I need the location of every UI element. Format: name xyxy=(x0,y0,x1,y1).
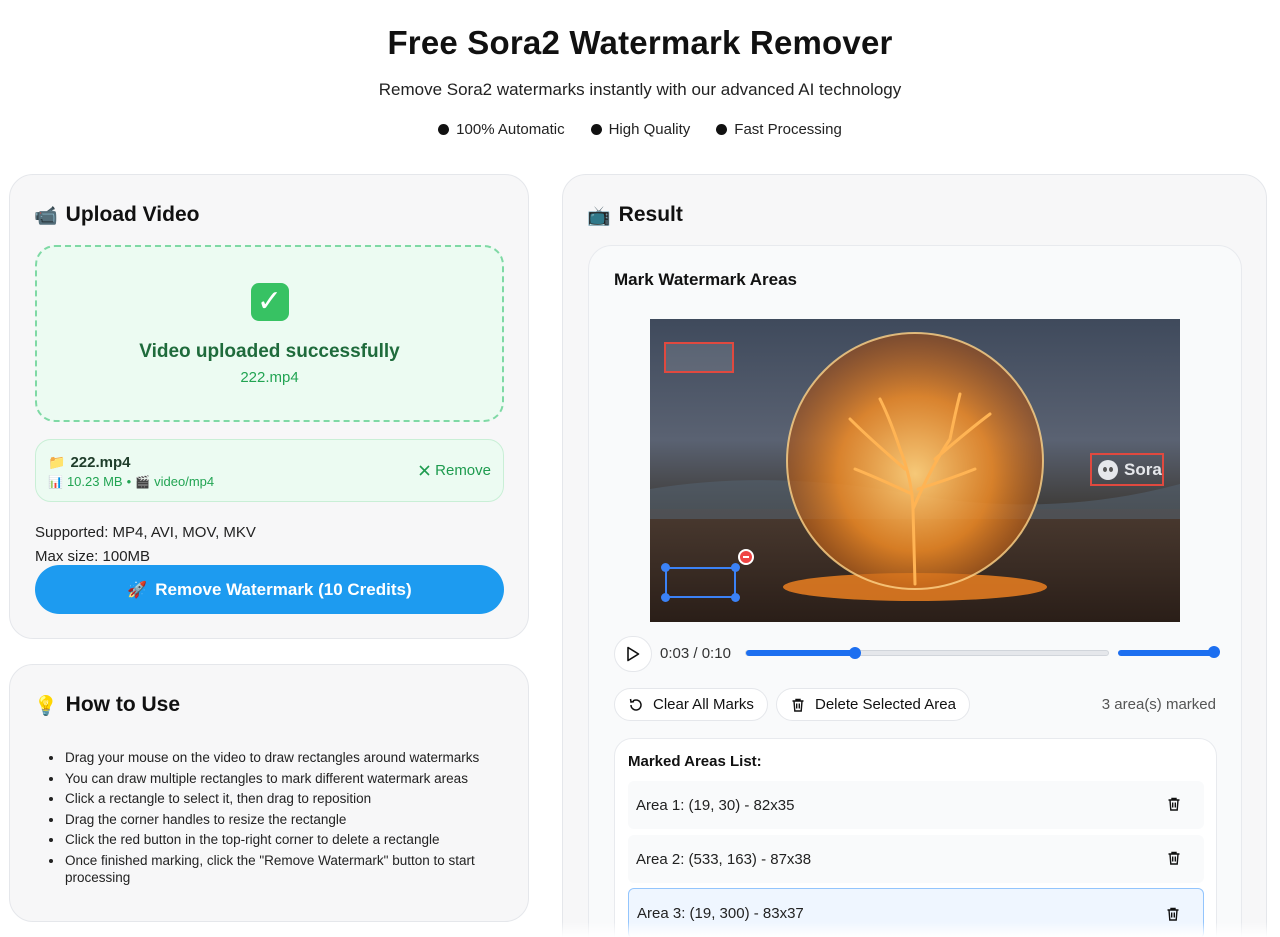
seek-slider-thumb[interactable] xyxy=(848,647,861,659)
folder-icon: 📁 xyxy=(48,454,66,471)
file-meta-row: 📊 10.23 MB • 🎬 video/mp4 xyxy=(48,474,214,489)
duration: 0:10 xyxy=(701,645,731,662)
watermark-mark-area-3[interactable] xyxy=(661,549,754,602)
supported-formats: Supported: MP4, AVI, MOV, MKV xyxy=(35,524,256,541)
tv-icon: 📺 xyxy=(587,204,611,227)
bullet-icon xyxy=(590,124,602,135)
play-button[interactable] xyxy=(614,636,652,672)
watermark-mark-area-1[interactable] xyxy=(664,342,734,373)
clapper-icon: 🎬 xyxy=(135,474,151,489)
resize-handle[interactable] xyxy=(661,593,670,602)
upload-requirements: Supported: MP4, AVI, MOV, MKV Max size: … xyxy=(35,521,256,569)
uploaded-file-name: 222.mp4 xyxy=(240,369,299,386)
upload-title-text: Upload Video xyxy=(65,203,200,226)
remove-label: Remove xyxy=(435,462,491,479)
remove-file-button[interactable]: Remove xyxy=(419,462,491,479)
file-name: 222.mp4 xyxy=(70,454,131,471)
seek-slider-fill xyxy=(746,650,855,656)
page-subtitle: Remove Sora2 watermarks instantly with o… xyxy=(378,80,902,99)
feature-label: High Quality xyxy=(608,121,691,138)
how-to-use-panel: 💡 How to Use Drag your mouse on the vide… xyxy=(9,664,529,922)
upload-success-message: Video uploaded successfully xyxy=(139,341,400,362)
result-title: 📺 Result xyxy=(587,203,683,227)
lightbulb-icon: 💡 xyxy=(34,694,58,717)
upload-dropzone[interactable]: ✓ Video uploaded successfully 222.mp4 xyxy=(35,245,504,422)
close-icon xyxy=(419,465,430,476)
watermark-mark-area-2[interactable]: Sora xyxy=(1090,453,1164,486)
how-to-use-title-text: How to Use xyxy=(65,693,181,716)
delete-area-icon[interactable] xyxy=(1165,906,1181,922)
clear-all-marks-label: Clear All Marks xyxy=(653,696,754,713)
feature-label: Fast Processing xyxy=(734,121,842,138)
sora-watermark: Sora xyxy=(1098,460,1162,480)
feature-item: 100% Automatic xyxy=(438,121,565,138)
marked-areas-title: Marked Areas List: xyxy=(628,753,762,770)
file-info-card: 📁 222.mp4 📊 10.23 MB • 🎬 video/mp4 Remov… xyxy=(35,439,504,502)
time-display: 0:03 / 0:10 xyxy=(660,645,731,662)
volume-slider[interactable] xyxy=(1118,646,1220,658)
remove-watermark-label: Remove Watermark (10 Credits) xyxy=(155,579,412,599)
remove-watermark-button[interactable]: 🚀 Remove Watermark (10 Credits) xyxy=(35,565,504,614)
feature-label: 100% Automatic xyxy=(456,121,565,138)
area-list-item-1[interactable]: Area 1: (19, 30) - 82x35 xyxy=(628,781,1204,829)
file-size: 10.23 MB xyxy=(66,474,123,489)
check-mark-icon: ✓ xyxy=(250,283,289,321)
instruction-item: Drag your mouse on the video to draw rec… xyxy=(47,749,487,766)
file-name-row: 📁 222.mp4 xyxy=(48,454,130,471)
mark-areas-title: Mark Watermark Areas xyxy=(614,270,797,289)
volume-slider-thumb[interactable] xyxy=(1208,646,1220,658)
resize-handle[interactable] xyxy=(661,563,670,572)
upload-panel: 📹 Upload Video ✓ Video uploaded successf… xyxy=(9,174,529,639)
file-type: video/mp4 xyxy=(154,474,215,489)
delete-mark-icon[interactable] xyxy=(738,549,754,565)
play-icon xyxy=(627,646,640,662)
result-panel: 📺 Result Mark Watermark Areas Sora 0:03 … xyxy=(562,174,1267,937)
bullet-icon xyxy=(716,124,728,135)
how-to-use-title: 💡 How to Use xyxy=(34,693,180,717)
sora-watermark-text: Sora xyxy=(1124,460,1162,479)
instruction-list: Drag your mouse on the video to draw rec… xyxy=(47,749,487,890)
resize-handle[interactable] xyxy=(731,593,740,602)
feature-item: Fast Processing xyxy=(716,121,842,138)
bar-chart-icon: 📊 xyxy=(48,474,63,489)
reset-icon xyxy=(629,698,642,711)
area-label: Area 2: (533, 163) - 87x38 xyxy=(636,850,812,868)
instruction-item: Click the red button in the top-right co… xyxy=(47,831,487,848)
bullet-icon xyxy=(438,124,450,135)
feature-list: 100% Automatic High Quality Fast Process… xyxy=(0,121,1280,138)
marked-count: 3 area(s) marked xyxy=(1101,696,1216,713)
seek-slider[interactable] xyxy=(745,647,1109,659)
instruction-item: Click a rectangle to select it, then dra… xyxy=(47,790,487,807)
delete-area-icon[interactable] xyxy=(1166,850,1182,866)
time-separator: / xyxy=(693,645,698,662)
video-camera-icon: 📹 xyxy=(34,204,58,227)
area-list-item-2[interactable]: Area 2: (533, 163) - 87x38 xyxy=(628,835,1204,883)
video-canvas[interactable]: Sora xyxy=(650,319,1180,622)
upload-title: 📹 Upload Video xyxy=(34,203,199,227)
feature-item: High Quality xyxy=(590,121,691,138)
result-title-text: Result xyxy=(618,203,683,226)
instruction-item: Drag the corner handles to resize the re… xyxy=(47,811,487,828)
resize-handle[interactable] xyxy=(731,563,740,572)
mark-areas-card: Mark Watermark Areas Sora 0:03 / 0:10 Cl… xyxy=(588,245,1242,937)
volume-slider-fill xyxy=(1118,650,1214,656)
sora-logo-icon xyxy=(1098,460,1118,480)
clear-all-marks-button[interactable]: Clear All Marks xyxy=(614,688,768,721)
area-label: Area 3: (19, 300) - 83x37 xyxy=(637,905,804,922)
delete-selected-area-button[interactable]: Delete Selected Area xyxy=(776,688,970,721)
area-label: Area 1: (19, 30) - 82x35 xyxy=(636,796,795,814)
area-list-item-3[interactable]: Area 3: (19, 300) - 83x37 xyxy=(628,888,1204,937)
marked-areas-list: Marked Areas List: Area 1: (19, 30) - 82… xyxy=(614,738,1217,937)
delete-selected-area-label: Delete Selected Area xyxy=(815,696,956,713)
page-title: Free Sora2 Watermark Remover xyxy=(387,24,893,61)
instruction-item: Once finished marking, click the "Remove… xyxy=(47,852,487,886)
video-player-controls: 0:03 / 0:10 xyxy=(614,636,1220,672)
meta-separator: • xyxy=(126,474,132,489)
rocket-icon: 🚀 xyxy=(127,580,148,599)
delete-area-icon[interactable] xyxy=(1166,796,1182,812)
instruction-item: You can draw multiple rectangles to mark… xyxy=(47,770,487,787)
current-time: 0:03 xyxy=(660,645,690,662)
trash-icon xyxy=(792,698,804,712)
